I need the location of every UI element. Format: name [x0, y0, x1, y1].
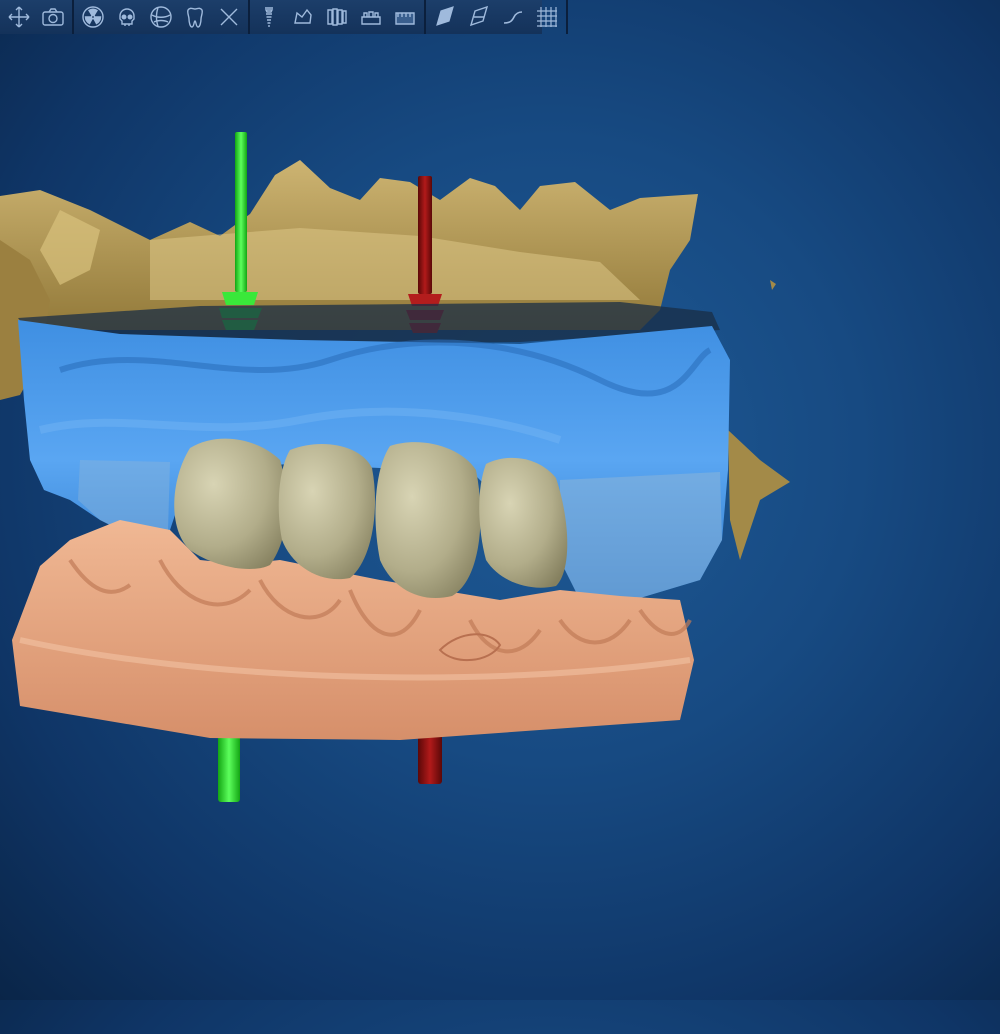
green-implant-lower — [218, 730, 240, 802]
camera-icon[interactable] — [37, 1, 69, 33]
crown-2 — [278, 444, 376, 580]
grid-icon[interactable] — [531, 1, 563, 33]
globe-jaw-icon[interactable] — [145, 1, 177, 33]
main-toolbar — [0, 0, 568, 34]
crown-4 — [479, 457, 568, 588]
toolbar-group-slices — [426, 0, 568, 34]
close-x-icon[interactable] — [213, 1, 245, 33]
radiation-icon[interactable] — [77, 1, 109, 33]
dental-scene — [0, 132, 790, 802]
teeth-row-icon[interactable] — [321, 1, 353, 33]
toolbar-group-models — [250, 0, 426, 34]
curve-icon[interactable] — [497, 1, 529, 33]
move-arrows-icon[interactable] — [3, 1, 35, 33]
implant-icon[interactable] — [253, 1, 285, 33]
3d-viewport[interactable] — [0, 34, 1000, 1000]
crown-icon[interactable] — [287, 1, 319, 33]
slice-plane-outline-icon[interactable] — [463, 1, 495, 33]
skull-icon[interactable] — [111, 1, 143, 33]
toolbar-group-display — [74, 0, 250, 34]
toolbar-group-view — [0, 0, 74, 34]
jaw-model-icon[interactable] — [355, 1, 387, 33]
crown-1 — [174, 438, 287, 570]
tooth-icon[interactable] — [179, 1, 211, 33]
crown-3 — [375, 442, 481, 599]
slice-plane-filled-icon[interactable] — [429, 1, 461, 33]
lower-model-icon[interactable] — [389, 1, 421, 33]
